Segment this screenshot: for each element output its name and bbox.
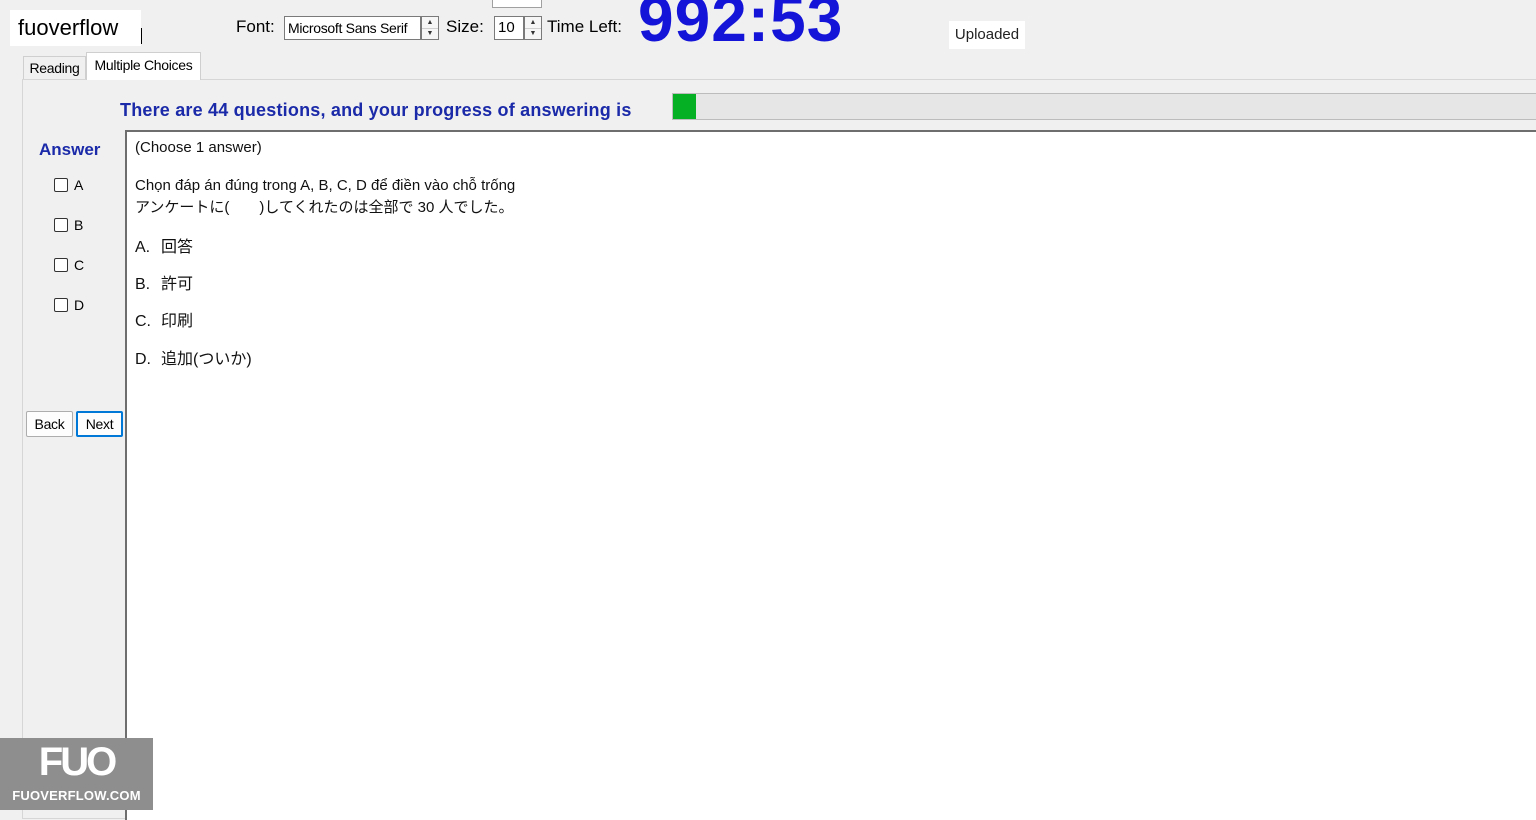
font-select[interactable]: Microsoft Sans Serif — [284, 16, 421, 40]
question-sentence: アンケートに( )してくれたのは全部で 30 人でした。 — [135, 199, 514, 216]
question-box[interactable] — [125, 130, 1536, 820]
choice-b: B. 許可 — [135, 270, 193, 294]
choice-text: 追加(ついか) — [161, 351, 252, 368]
tab-reading[interactable]: Reading — [23, 56, 86, 79]
option-label: A — [74, 177, 84, 194]
user-label: fuoverflow — [10, 10, 141, 46]
choice-letter: B. — [135, 276, 151, 293]
upload-status: Uploaded — [949, 21, 1025, 49]
watermark-site: FUOVERFLOW.COM — [12, 788, 141, 803]
checkbox[interactable] — [54, 218, 68, 233]
checkbox[interactable] — [54, 298, 68, 313]
size-spinner[interactable]: ▲ ▼ — [524, 16, 542, 40]
time-left-label: Time Left: — [547, 17, 622, 36]
watermark-logo: FUO FUOVERFLOW.COM — [0, 738, 153, 810]
answer-title: Answer — [39, 140, 101, 159]
checkbox[interactable] — [54, 178, 68, 193]
spin-down-icon[interactable]: ▼ — [525, 28, 541, 39]
progress-fill — [673, 94, 697, 119]
choice-letter: A. — [135, 239, 151, 256]
tab-multiple-choices[interactable]: Multiple Choices — [86, 52, 201, 80]
option-label: D — [74, 297, 85, 314]
choice-text: 印刷 — [161, 313, 194, 330]
answer-option-d[interactable]: D — [54, 296, 84, 313]
choice-c: C. 印刷 — [135, 307, 193, 331]
next-button[interactable]: Next — [76, 411, 123, 437]
progress-bar — [672, 93, 1536, 120]
option-label: C — [74, 257, 85, 274]
choice-a: A. 回答 — [135, 233, 193, 257]
answer-option-c[interactable]: C — [54, 256, 84, 273]
answer-option-b[interactable]: B — [54, 216, 83, 233]
choice-letter: C. — [135, 313, 151, 330]
choice-text: 許可 — [161, 276, 194, 293]
answer-option-a[interactable]: A — [54, 176, 83, 193]
watermark-logo-text: FUO — [38, 740, 117, 784]
size-input[interactable]: 10 — [494, 16, 524, 40]
partial-input[interactable] — [492, 0, 542, 8]
back-button[interactable]: Back — [26, 411, 73, 437]
choice-d: D. 追加(ついか) — [135, 345, 252, 369]
spin-down-icon[interactable]: ▼ — [422, 28, 438, 39]
question-instruction: (Choose 1 answer) — [135, 139, 262, 156]
countdown-timer: 992:53 — [638, 0, 844, 55]
option-label: B — [74, 217, 84, 234]
size-label: Size: — [446, 17, 484, 36]
question-prompt: Chọn đáp án đúng trong A, B, C, D để điề… — [135, 177, 516, 194]
choice-text: 回答 — [161, 239, 194, 256]
text-caret — [141, 28, 142, 44]
progress-text: There are 44 questions, and your progres… — [120, 100, 632, 120]
font-spinner[interactable]: ▲ ▼ — [421, 16, 439, 40]
checkbox[interactable] — [54, 258, 68, 273]
font-label: Font: — [236, 17, 275, 36]
choice-letter: D. — [135, 351, 151, 368]
